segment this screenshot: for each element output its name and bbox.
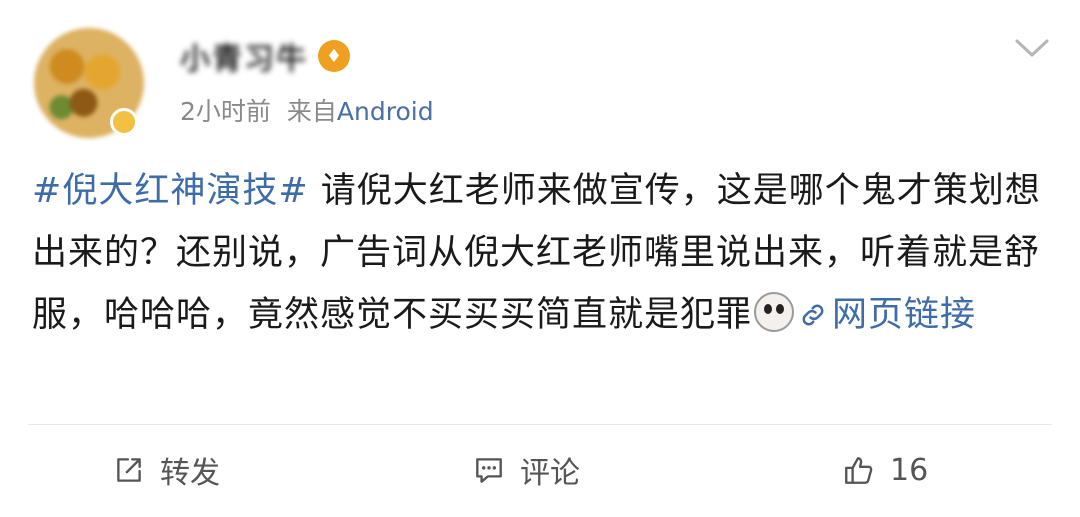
vip-icon: ♦ bbox=[318, 40, 350, 72]
action-bar: 转发 评论 16 bbox=[0, 440, 1080, 500]
source-platform: Android bbox=[336, 97, 434, 126]
emoji-face-icon bbox=[754, 292, 795, 332]
post-meta: 2小时前 来自Android bbox=[180, 92, 434, 128]
comment-icon bbox=[476, 458, 502, 483]
like-count: 16 bbox=[890, 452, 929, 488]
repost-icon bbox=[117, 458, 141, 482]
like-button[interactable]: 16 bbox=[842, 440, 928, 500]
thumbs-up-icon bbox=[845, 457, 873, 484]
post-time: 2小时前 bbox=[180, 97, 271, 126]
repost-button[interactable]: 转发 bbox=[112, 440, 220, 500]
web-link[interactable]: 网页链接 bbox=[798, 295, 976, 335]
link-icon bbox=[802, 304, 824, 326]
user-header: 小青习牛 ♦ bbox=[180, 34, 350, 78]
web-link-label: 网页链接 bbox=[832, 295, 977, 335]
comment-label: 评论 bbox=[520, 456, 580, 491]
hashtag-link[interactable]: #倪大红神演技# bbox=[32, 171, 309, 211]
post-body: #倪大红神演技# 请倪大红老师来做宣传，这是哪个鬼才策划想出来的？还别说，广告词… bbox=[32, 160, 1052, 346]
chevron-down-icon[interactable] bbox=[1014, 36, 1050, 60]
divider bbox=[28, 424, 1052, 425]
source-prefix: 来自 bbox=[286, 97, 337, 126]
repost-label: 转发 bbox=[160, 456, 220, 491]
verified-badge-icon bbox=[110, 108, 138, 136]
comment-button[interactable]: 评论 bbox=[472, 440, 580, 500]
username[interactable]: 小青习牛 bbox=[180, 34, 308, 78]
